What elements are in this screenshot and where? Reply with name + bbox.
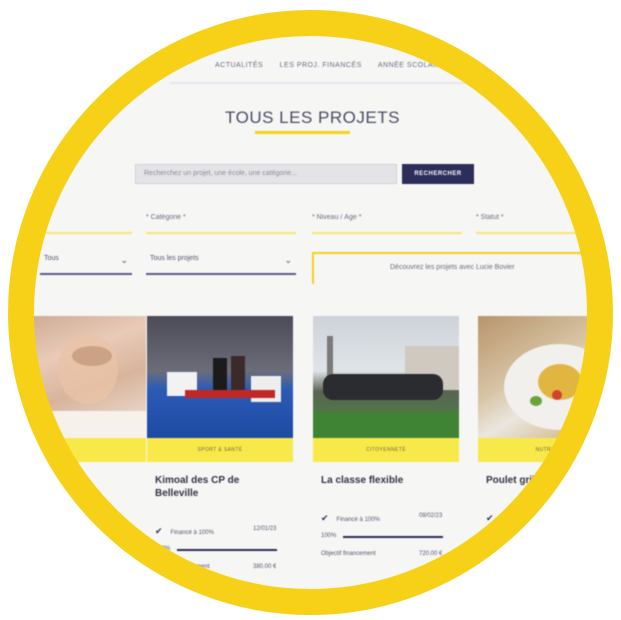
project-card[interactable] (32, 316, 146, 462)
title-underline (255, 131, 350, 134)
project-status-label: Financé à 100% (170, 530, 214, 536)
dropdown-left[interactable]: Tous ⌄ (40, 255, 132, 275)
project-status: ✔ Financé à 100% 12/01/23 (155, 526, 293, 538)
project-status: ✔ (486, 513, 589, 525)
check-icon: ✔ (486, 513, 494, 523)
nav-item-school-year[interactable]: ANNÉE SCOLAIRE (378, 62, 446, 69)
funding-progress-bar (177, 549, 277, 551)
promo-circle-screenshot: ACTUALITÉS LES PROJ. FINANCÉS ANNÉE SCOL… (0, 0, 621, 620)
project-status-label: Financé à 100% (336, 517, 380, 523)
dropdown-projects-value: Tous les projets (150, 255, 199, 262)
dropdown-left-value: Tous (44, 255, 59, 262)
search-input[interactable]: Recherchez un projet, une école, une cat… (135, 164, 397, 184)
funding-progress-bar (343, 536, 443, 538)
funding-goal-value: 380.00 € (253, 564, 277, 570)
discover-button[interactable]: Découvrez les projets avec Lucie Bovier (312, 252, 589, 284)
project-image-food-plate (478, 316, 589, 438)
project-title[interactable]: Poulet grillé à la cantine (486, 474, 589, 487)
project-category-tag: SPORT & SANTÉ (147, 438, 293, 462)
funding-goal-label: Objectif financement (155, 564, 210, 570)
circle-viewport: ACTUALITÉS LES PROJ. FINANCÉS ANNÉE SCOL… (32, 34, 589, 591)
filter-category-label: * Catégorie * (146, 214, 186, 221)
project-category-tag: NUTRITION (478, 438, 589, 462)
top-navigation: ACTUALITÉS LES PROJ. FINANCÉS ANNÉE SCOL… (215, 62, 455, 76)
funding-goal-label: Objectif financement (321, 551, 376, 557)
project-card[interactable]: NUTRITION Poulet grillé à la cantine ✔ (478, 316, 589, 525)
project-card[interactable]: SPORT & SANTÉ Kimoal des CP de Bellevill… (147, 316, 293, 574)
project-date: 08/02/23 (419, 513, 443, 519)
funding-percent: 100% (155, 546, 171, 552)
project-status: ✔ Financé à 100% 08/02/23 (321, 513, 459, 525)
search-button[interactable]: RECHERCHER (402, 164, 474, 184)
project-date: 12/01/23 (253, 526, 277, 532)
funding-progress: 100% (321, 533, 459, 541)
funding-goal-value: 720.00 € (419, 551, 443, 557)
filter-level-label: * Niveau / Âge * (312, 214, 362, 221)
project-title[interactable]: Kimoal des CP de Belleville (155, 474, 285, 500)
project-category-tag (32, 438, 146, 462)
nav-item-news[interactable]: ACTUALITÉS (215, 62, 263, 69)
web-page: ACTUALITÉS LES PROJ. FINANCÉS ANNÉE SCOL… (32, 34, 589, 591)
funding-percent: 100% (321, 533, 337, 539)
check-icon: ✔ (155, 526, 163, 536)
project-image-gym-class (147, 316, 293, 438)
project-image-child-drawing (32, 316, 146, 438)
nav-item-funded-projects[interactable]: LES PROJ. FINANCÉS (280, 62, 362, 69)
filter-left-partial[interactable] (36, 214, 132, 234)
filter-category[interactable]: * Catégorie * (146, 214, 296, 234)
funding-goal: Objectif financement 380.00 € (155, 564, 293, 574)
nav-divider (170, 82, 500, 84)
filter-status-label: * Statut * (476, 214, 504, 221)
chevron-down-icon: ⌄ (284, 255, 292, 265)
page-title: TOUS LES PROJETS (225, 108, 400, 127)
project-card[interactable]: CITOYENNETÉ La classe flexible ✔ Financé … (313, 316, 459, 561)
project-title[interactable]: La classe flexible (321, 474, 451, 487)
check-icon: ✔ (321, 513, 329, 523)
dropdown-projects[interactable]: Tous les projets ⌄ (146, 255, 296, 275)
funding-goal: Objectif financement 720.00 € (321, 551, 459, 561)
filter-level[interactable]: * Niveau / Âge * (312, 214, 462, 234)
funding-progress: 100% (155, 546, 293, 554)
filter-status[interactable]: * Statut * (476, 214, 589, 234)
chevron-down-icon: ⌄ (120, 255, 128, 265)
project-category-tag: CITOYENNETÉ (313, 438, 459, 462)
project-image-group-photo (313, 316, 459, 438)
